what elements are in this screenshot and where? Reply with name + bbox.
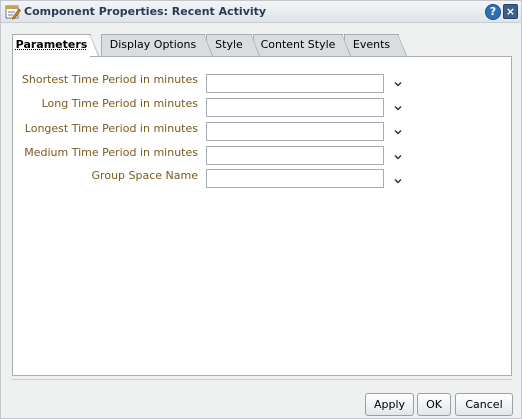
shortest-time-period-input[interactable]: [206, 74, 384, 93]
parameters-panel: Shortest Time Period in minutes Long Tim…: [12, 56, 512, 376]
tab-parameters[interactable]: Parameters: [12, 34, 99, 57]
tab-label: Display Options: [109, 38, 197, 51]
title-bar: Component Properties: Recent Activity ? …: [1, 1, 521, 23]
field-label-group-space-name: Group Space Name: [91, 169, 198, 182]
close-icon[interactable]: ×: [503, 4, 518, 19]
chevron-down-icon[interactable]: [393, 79, 403, 89]
chevron-down-icon[interactable]: [393, 176, 403, 186]
medium-time-period-input[interactable]: [206, 146, 384, 165]
long-time-period-input[interactable]: [206, 98, 384, 117]
field-label-longest-time-period: Longest Time Period in minutes: [24, 122, 198, 135]
divider: [12, 379, 512, 380]
cancel-button[interactable]: Cancel: [455, 393, 513, 416]
tab-events[interactable]: Events: [344, 34, 407, 56]
dialog-title: Component Properties: Recent Activity: [24, 5, 267, 18]
tab-label: Style: [215, 38, 243, 51]
field-label-medium-time-period: Medium Time Period in minutes: [24, 146, 198, 159]
chevron-down-icon[interactable]: [393, 103, 403, 113]
apply-button[interactable]: Apply: [365, 393, 414, 416]
tab-content-style[interactable]: Content Style: [253, 34, 351, 56]
chevron-down-icon[interactable]: [393, 152, 403, 162]
tab-display-options[interactable]: Display Options: [101, 34, 213, 56]
edit-properties-icon: [5, 5, 21, 20]
tab-bar: Parameters Display Options Style Content…: [12, 34, 512, 57]
component-properties-dialog: Component Properties: Recent Activity ? …: [0, 0, 522, 419]
tab-label: Parameters: [15, 38, 88, 51]
field-label-long-time-period: Long Time Period in minutes: [41, 97, 198, 110]
help-icon[interactable]: ?: [485, 4, 501, 20]
group-space-name-input[interactable]: [206, 169, 384, 188]
chevron-down-icon[interactable]: [393, 127, 403, 137]
tab-label: Content Style: [260, 38, 336, 51]
longest-time-period-input[interactable]: [206, 122, 384, 141]
field-label-shortest-time-period: Shortest Time Period in minutes: [21, 73, 198, 86]
ok-button[interactable]: OK: [417, 393, 451, 416]
tab-label: Events: [352, 38, 391, 51]
